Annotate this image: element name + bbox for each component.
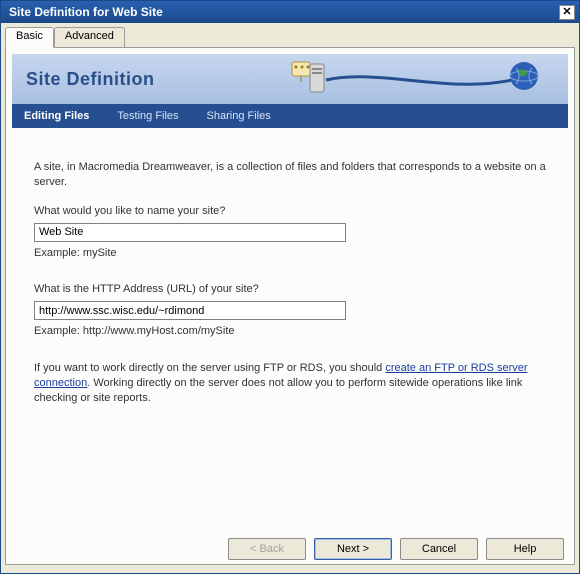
button-row: < Back Next > Cancel Help bbox=[6, 530, 574, 564]
site-name-input[interactable] bbox=[34, 223, 346, 242]
back-button: < Back bbox=[228, 538, 306, 560]
intro-text: A site, in Macromedia Dreamweaver, is a … bbox=[34, 160, 546, 190]
tab-strip: Basic Advanced bbox=[5, 27, 575, 47]
banner-title: Site Definition bbox=[26, 69, 155, 90]
tab-label: Basic bbox=[16, 30, 43, 42]
site-url-label: What is the HTTP Address (URL) of your s… bbox=[34, 282, 546, 297]
network-globe-icon bbox=[288, 58, 548, 102]
window-title: Site Definition for Web Site bbox=[9, 5, 559, 19]
content-area: A site, in Macromedia Dreamweaver, is a … bbox=[6, 128, 574, 530]
advice-pre: If you want to work directly on the serv… bbox=[34, 362, 385, 374]
step-sharing-files[interactable]: Sharing Files bbox=[207, 110, 271, 122]
client-area: Basic Advanced Site Definition bbox=[1, 23, 579, 573]
tab-label: Advanced bbox=[65, 30, 114, 42]
site-url-example: Example: http://www.myHost.com/mySite bbox=[34, 324, 546, 339]
site-name-label: What would you like to name your site? bbox=[34, 204, 546, 219]
banner: Site Definition bbox=[12, 54, 568, 104]
site-url-input[interactable] bbox=[34, 301, 346, 320]
banner-art bbox=[288, 58, 548, 102]
close-icon: ✕ bbox=[562, 7, 571, 18]
step-editing-files[interactable]: Editing Files bbox=[24, 110, 89, 122]
wizard-steps: Editing Files Testing Files Sharing File… bbox=[12, 104, 568, 128]
next-button[interactable]: Next > bbox=[314, 538, 392, 560]
tab-basic[interactable]: Basic bbox=[5, 27, 54, 48]
step-testing-files[interactable]: Testing Files bbox=[117, 110, 178, 122]
advice-text: If you want to work directly on the serv… bbox=[34, 361, 546, 406]
tab-advanced[interactable]: Advanced bbox=[54, 27, 125, 47]
titlebar: Site Definition for Web Site ✕ bbox=[1, 1, 579, 23]
close-button[interactable]: ✕ bbox=[559, 5, 575, 20]
cancel-button[interactable]: Cancel bbox=[400, 538, 478, 560]
help-button[interactable]: Help bbox=[486, 538, 564, 560]
dialog-window: Site Definition for Web Site ✕ Basic Adv… bbox=[0, 0, 580, 574]
advice-post: . Working directly on the server does no… bbox=[34, 377, 522, 404]
tab-panel: Site Definition bbox=[5, 47, 575, 565]
site-name-example: Example: mySite bbox=[34, 246, 546, 261]
